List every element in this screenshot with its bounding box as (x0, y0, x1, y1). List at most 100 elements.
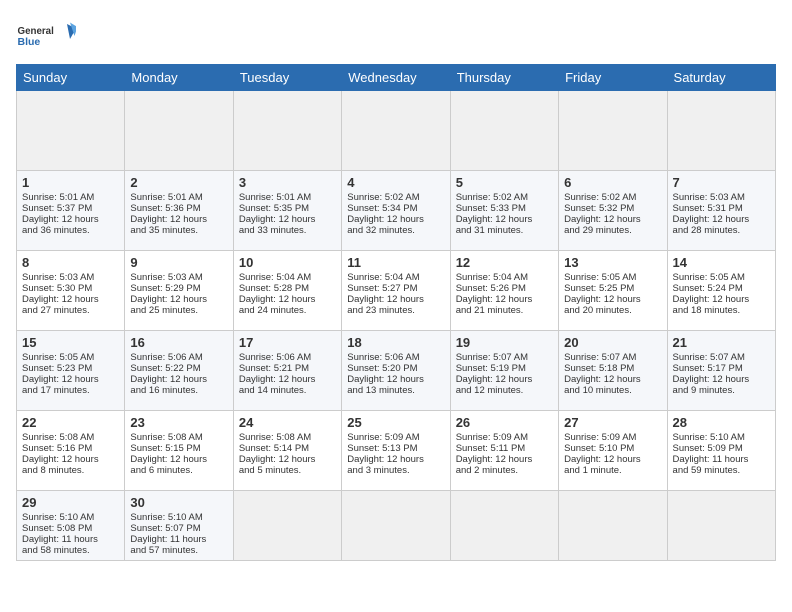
logo: General Blue (16, 16, 76, 56)
calendar-cell: 22Sunrise: 5:08 AMSunset: 5:16 PMDayligh… (17, 411, 125, 491)
calendar-cell: 29Sunrise: 5:10 AMSunset: 5:08 PMDayligh… (17, 491, 125, 561)
day-info: Sunset: 5:30 PM (22, 283, 119, 294)
day-number: 27 (564, 415, 661, 430)
day-info: Daylight: 12 hours (239, 294, 336, 305)
day-info: Sunset: 5:23 PM (22, 363, 119, 374)
day-info: and 13 minutes. (347, 385, 444, 396)
day-info: Sunset: 5:14 PM (239, 443, 336, 454)
day-info: Sunrise: 5:05 AM (22, 352, 119, 363)
day-info: Sunset: 5:13 PM (347, 443, 444, 454)
day-number: 8 (22, 255, 119, 270)
day-info: Sunrise: 5:07 AM (564, 352, 661, 363)
day-info: Sunset: 5:07 PM (130, 523, 227, 534)
day-header-thursday: Thursday (450, 65, 558, 91)
calendar-cell: 6Sunrise: 5:02 AMSunset: 5:32 PMDaylight… (559, 171, 667, 251)
day-info: Sunset: 5:29 PM (130, 283, 227, 294)
calendar-cell: 5Sunrise: 5:02 AMSunset: 5:33 PMDaylight… (450, 171, 558, 251)
day-info: Sunset: 5:10 PM (564, 443, 661, 454)
calendar-cell (667, 491, 775, 561)
day-info: Daylight: 12 hours (456, 294, 553, 305)
day-info: Sunset: 5:36 PM (130, 203, 227, 214)
day-info: Sunset: 5:22 PM (130, 363, 227, 374)
calendar-cell: 2Sunrise: 5:01 AMSunset: 5:36 PMDaylight… (125, 171, 233, 251)
day-info: Sunrise: 5:09 AM (347, 432, 444, 443)
day-info: Sunrise: 5:06 AM (347, 352, 444, 363)
day-info: Sunset: 5:18 PM (564, 363, 661, 374)
calendar-cell: 10Sunrise: 5:04 AMSunset: 5:28 PMDayligh… (233, 251, 341, 331)
day-info: Sunrise: 5:09 AM (564, 432, 661, 443)
day-info: and 36 minutes. (22, 225, 119, 236)
calendar-cell: 16Sunrise: 5:06 AMSunset: 5:22 PMDayligh… (125, 331, 233, 411)
day-info: and 16 minutes. (130, 385, 227, 396)
calendar-cell: 13Sunrise: 5:05 AMSunset: 5:25 PMDayligh… (559, 251, 667, 331)
day-info: and 32 minutes. (347, 225, 444, 236)
day-info: and 6 minutes. (130, 465, 227, 476)
day-info: Sunrise: 5:03 AM (130, 272, 227, 283)
day-info: Daylight: 12 hours (347, 214, 444, 225)
day-info: Sunrise: 5:04 AM (347, 272, 444, 283)
day-info: Daylight: 12 hours (456, 374, 553, 385)
day-info: Sunset: 5:28 PM (239, 283, 336, 294)
calendar-cell: 14Sunrise: 5:05 AMSunset: 5:24 PMDayligh… (667, 251, 775, 331)
day-info: Sunrise: 5:10 AM (673, 432, 770, 443)
day-info: and 58 minutes. (22, 545, 119, 556)
svg-text:General: General (18, 26, 55, 37)
day-info: and 33 minutes. (239, 225, 336, 236)
day-header-friday: Friday (559, 65, 667, 91)
day-info: Sunrise: 5:02 AM (456, 192, 553, 203)
day-info: Sunset: 5:26 PM (456, 283, 553, 294)
day-info: Sunset: 5:31 PM (673, 203, 770, 214)
calendar-cell (667, 91, 775, 171)
day-info: Daylight: 12 hours (22, 454, 119, 465)
day-number: 19 (456, 335, 553, 350)
day-header-saturday: Saturday (667, 65, 775, 91)
day-number: 18 (347, 335, 444, 350)
day-info: and 35 minutes. (130, 225, 227, 236)
day-info: Sunset: 5:09 PM (673, 443, 770, 454)
day-info: Daylight: 11 hours (22, 534, 119, 545)
calendar-cell (233, 491, 341, 561)
day-info: Sunrise: 5:02 AM (564, 192, 661, 203)
day-info: Sunrise: 5:08 AM (239, 432, 336, 443)
day-info: Sunset: 5:11 PM (456, 443, 553, 454)
day-info: Daylight: 12 hours (239, 454, 336, 465)
day-info: and 21 minutes. (456, 305, 553, 316)
day-info: Daylight: 12 hours (22, 294, 119, 305)
day-info: Daylight: 11 hours (673, 454, 770, 465)
calendar-cell: 17Sunrise: 5:06 AMSunset: 5:21 PMDayligh… (233, 331, 341, 411)
day-info: Daylight: 12 hours (347, 374, 444, 385)
day-number: 4 (347, 175, 444, 190)
day-info: and 59 minutes. (673, 465, 770, 476)
day-info: and 23 minutes. (347, 305, 444, 316)
day-info: Daylight: 12 hours (673, 294, 770, 305)
day-info: Daylight: 12 hours (347, 454, 444, 465)
calendar-cell: 12Sunrise: 5:04 AMSunset: 5:26 PMDayligh… (450, 251, 558, 331)
day-info: Daylight: 12 hours (456, 454, 553, 465)
day-info: Sunrise: 5:01 AM (130, 192, 227, 203)
day-info: Daylight: 12 hours (347, 294, 444, 305)
day-number: 20 (564, 335, 661, 350)
day-info: Sunset: 5:33 PM (456, 203, 553, 214)
svg-text:Blue: Blue (18, 36, 41, 48)
calendar-cell (342, 491, 450, 561)
day-info: and 18 minutes. (673, 305, 770, 316)
day-number: 14 (673, 255, 770, 270)
day-info: and 14 minutes. (239, 385, 336, 396)
calendar-cell (559, 491, 667, 561)
calendar-cell (17, 91, 125, 171)
day-info: Daylight: 12 hours (130, 374, 227, 385)
calendar-cell: 23Sunrise: 5:08 AMSunset: 5:15 PMDayligh… (125, 411, 233, 491)
day-info: Sunset: 5:15 PM (130, 443, 227, 454)
day-info: Sunset: 5:19 PM (456, 363, 553, 374)
day-number: 7 (673, 175, 770, 190)
calendar-cell: 28Sunrise: 5:10 AMSunset: 5:09 PMDayligh… (667, 411, 775, 491)
day-info: and 25 minutes. (130, 305, 227, 316)
day-info: Sunset: 5:21 PM (239, 363, 336, 374)
calendar-cell: 9Sunrise: 5:03 AMSunset: 5:29 PMDaylight… (125, 251, 233, 331)
day-number: 30 (130, 495, 227, 510)
calendar-cell: 4Sunrise: 5:02 AMSunset: 5:34 PMDaylight… (342, 171, 450, 251)
day-header-tuesday: Tuesday (233, 65, 341, 91)
day-info: and 27 minutes. (22, 305, 119, 316)
day-info: Sunrise: 5:05 AM (564, 272, 661, 283)
day-info: Sunrise: 5:08 AM (130, 432, 227, 443)
